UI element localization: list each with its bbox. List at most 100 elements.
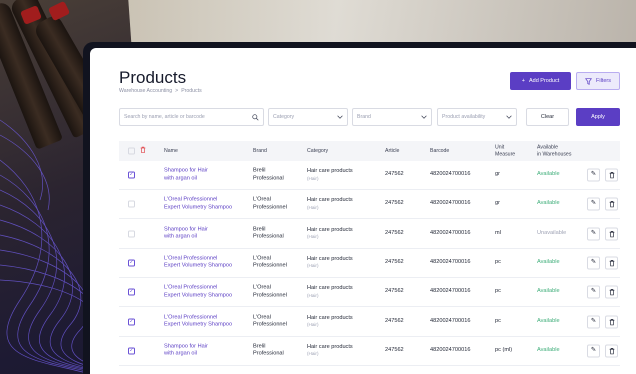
availability-status: Available	[537, 347, 560, 354]
pencil-icon: ✎	[587, 256, 600, 270]
category-sub: (Hair)	[307, 234, 319, 240]
availability-select[interactable]: Product availability	[437, 108, 517, 126]
edit-button[interactable]: ✎	[587, 197, 600, 211]
delete-button[interactable]	[605, 256, 618, 270]
search-icon	[252, 113, 259, 121]
edit-button[interactable]: ✎	[587, 168, 600, 182]
delete-button[interactable]	[605, 227, 618, 241]
row-checkbox[interactable]: ✓	[128, 347, 135, 355]
category-name: Hair care products	[307, 197, 353, 204]
table-row[interactable]: ✓ L'Oreal Professionnel Expert Volumetry …	[119, 278, 620, 308]
trash-icon	[605, 315, 618, 328]
brand-select[interactable]: Brand	[352, 108, 432, 126]
breadcrumb-item-products: Products	[181, 88, 202, 94]
add-product-button[interactable]: + Add Product	[510, 72, 571, 90]
delete-button[interactable]	[605, 197, 618, 211]
product-barcode: 4820024700016	[430, 259, 471, 266]
table-row[interactable]: Shampoo for Hair with argan oil Brelil Pr…	[119, 220, 620, 249]
delete-button[interactable]	[605, 315, 618, 328]
trash-icon	[605, 168, 618, 182]
search-input[interactable]: Search by name, article or barcode	[119, 108, 264, 126]
product-name-link[interactable]: Shampoo for Hair with argan oil	[164, 343, 208, 358]
product-barcode: 4820024700016	[430, 229, 471, 236]
category-name: Hair care products	[307, 256, 353, 263]
pencil-icon: ✎	[587, 227, 600, 241]
trash-icon	[605, 256, 618, 270]
filters-button[interactable]: Filters	[576, 72, 620, 90]
product-brand: Brelil Professional	[253, 167, 284, 181]
row-checkbox[interactable]	[128, 230, 135, 238]
product-name-link[interactable]: L'Oreal Professionnel Expert Volumetry S…	[164, 314, 232, 329]
product-brand: L'Oreal Professionnel	[253, 284, 287, 299]
category-select[interactable]: Category	[268, 108, 348, 126]
column-header-article: Article	[385, 147, 400, 154]
product-unit: gr	[495, 171, 500, 178]
product-unit: gr	[495, 200, 500, 207]
delete-button[interactable]	[605, 285, 618, 299]
category-name: Hair care products	[307, 285, 353, 292]
category-name: Hair care products	[307, 168, 353, 175]
bulk-delete-icon[interactable]	[140, 146, 146, 156]
category-sub: (Hair)	[307, 322, 319, 328]
edit-button[interactable]: ✎	[587, 227, 600, 241]
availability-status: Available	[537, 317, 560, 324]
table-row[interactable]: ✓ L'Oreal Professionnel Expert Volumetry …	[119, 249, 620, 278]
delete-button[interactable]	[605, 344, 618, 358]
product-article: 247562	[385, 200, 404, 207]
product-name-link[interactable]: L'Oreal Professionnel Expert Volumetry S…	[164, 285, 232, 300]
funnel-icon	[585, 77, 592, 85]
product-category: Hair care products (Hair)	[307, 315, 353, 329]
product-unit: pc (ml)	[495, 347, 513, 354]
row-checkbox[interactable]: ✓	[128, 171, 135, 179]
column-header-available: Available in Warehouses	[537, 144, 572, 158]
column-header-category: Category	[307, 147, 329, 154]
trash-icon	[605, 285, 618, 299]
product-name-link[interactable]: Shampoo for Hair with argan oil	[164, 226, 208, 241]
product-name-link[interactable]: L'Oreal Professionnel Expert Volumetry S…	[164, 255, 232, 270]
table-row[interactable]: ✓ L'Oreal Professionnel Expert Volumetry …	[119, 308, 620, 337]
category-sub: (Hair)	[307, 263, 319, 269]
pencil-icon: ✎	[587, 315, 600, 328]
pencil-icon: ✎	[587, 197, 600, 211]
breadcrumb-separator: >	[175, 88, 179, 94]
trash-icon	[605, 227, 618, 241]
product-barcode: 4820024700016	[430, 347, 471, 354]
table-row[interactable]: L'Oreal Professionnel Expert Volumetry S…	[119, 190, 620, 220]
product-name-link[interactable]: Shampoo for Hair with argan oil	[164, 167, 208, 182]
brand-placeholder: Brand	[357, 114, 371, 120]
product-brand: L'Oreal Professionnel	[253, 313, 287, 328]
product-article: 247562	[385, 347, 404, 354]
product-category: Hair care products (Hair)	[307, 256, 353, 270]
edit-button[interactable]: ✎	[587, 256, 600, 270]
category-placeholder: Category	[273, 114, 295, 120]
product-unit: pc	[495, 317, 501, 324]
edit-button[interactable]: ✎	[587, 285, 600, 299]
product-article: 247562	[385, 229, 404, 236]
row-checkbox[interactable]: ✓	[128, 318, 135, 325]
product-name-link[interactable]: L'Oreal Professionnel Expert Volumetry S…	[164, 197, 232, 212]
breadcrumb-item-warehouse[interactable]: Warehouse Accounting	[119, 88, 172, 94]
availability-status: Available	[537, 259, 560, 266]
edit-button[interactable]: ✎	[587, 344, 600, 358]
product-category: Hair care products (Hair)	[307, 344, 353, 358]
products-card: Products Warehouse Accounting > Products…	[90, 48, 636, 374]
edit-button[interactable]: ✎	[587, 315, 600, 328]
product-brand: Brelil Professional	[253, 226, 284, 240]
row-checkbox[interactable]: ✓	[128, 259, 135, 267]
add-product-label: Add Product	[528, 78, 560, 84]
category-name: Hair care products	[307, 314, 353, 321]
delete-button[interactable]	[605, 168, 618, 182]
row-checkbox[interactable]: ✓	[128, 288, 135, 296]
table-row[interactable]: ✓ Shampoo for Hair with argan oil Brelil P…	[119, 337, 620, 366]
product-category: Hair care products (Hair)	[307, 285, 353, 299]
plus-icon: +	[521, 78, 525, 84]
table-row[interactable]: ✓ Shampoo for Hair with argan oil Brelil P…	[119, 161, 620, 190]
row-checkbox[interactable]	[128, 200, 135, 208]
clear-button[interactable]: Clear	[526, 108, 569, 126]
category-name: Hair care products	[307, 343, 353, 350]
product-category: Hair care products (Hair)	[307, 227, 353, 241]
search-placeholder: Search by name, article or barcode	[124, 114, 205, 120]
apply-button[interactable]: Apply	[576, 108, 620, 126]
product-barcode: 4820024700016	[430, 171, 471, 178]
product-unit: pc	[495, 288, 501, 295]
